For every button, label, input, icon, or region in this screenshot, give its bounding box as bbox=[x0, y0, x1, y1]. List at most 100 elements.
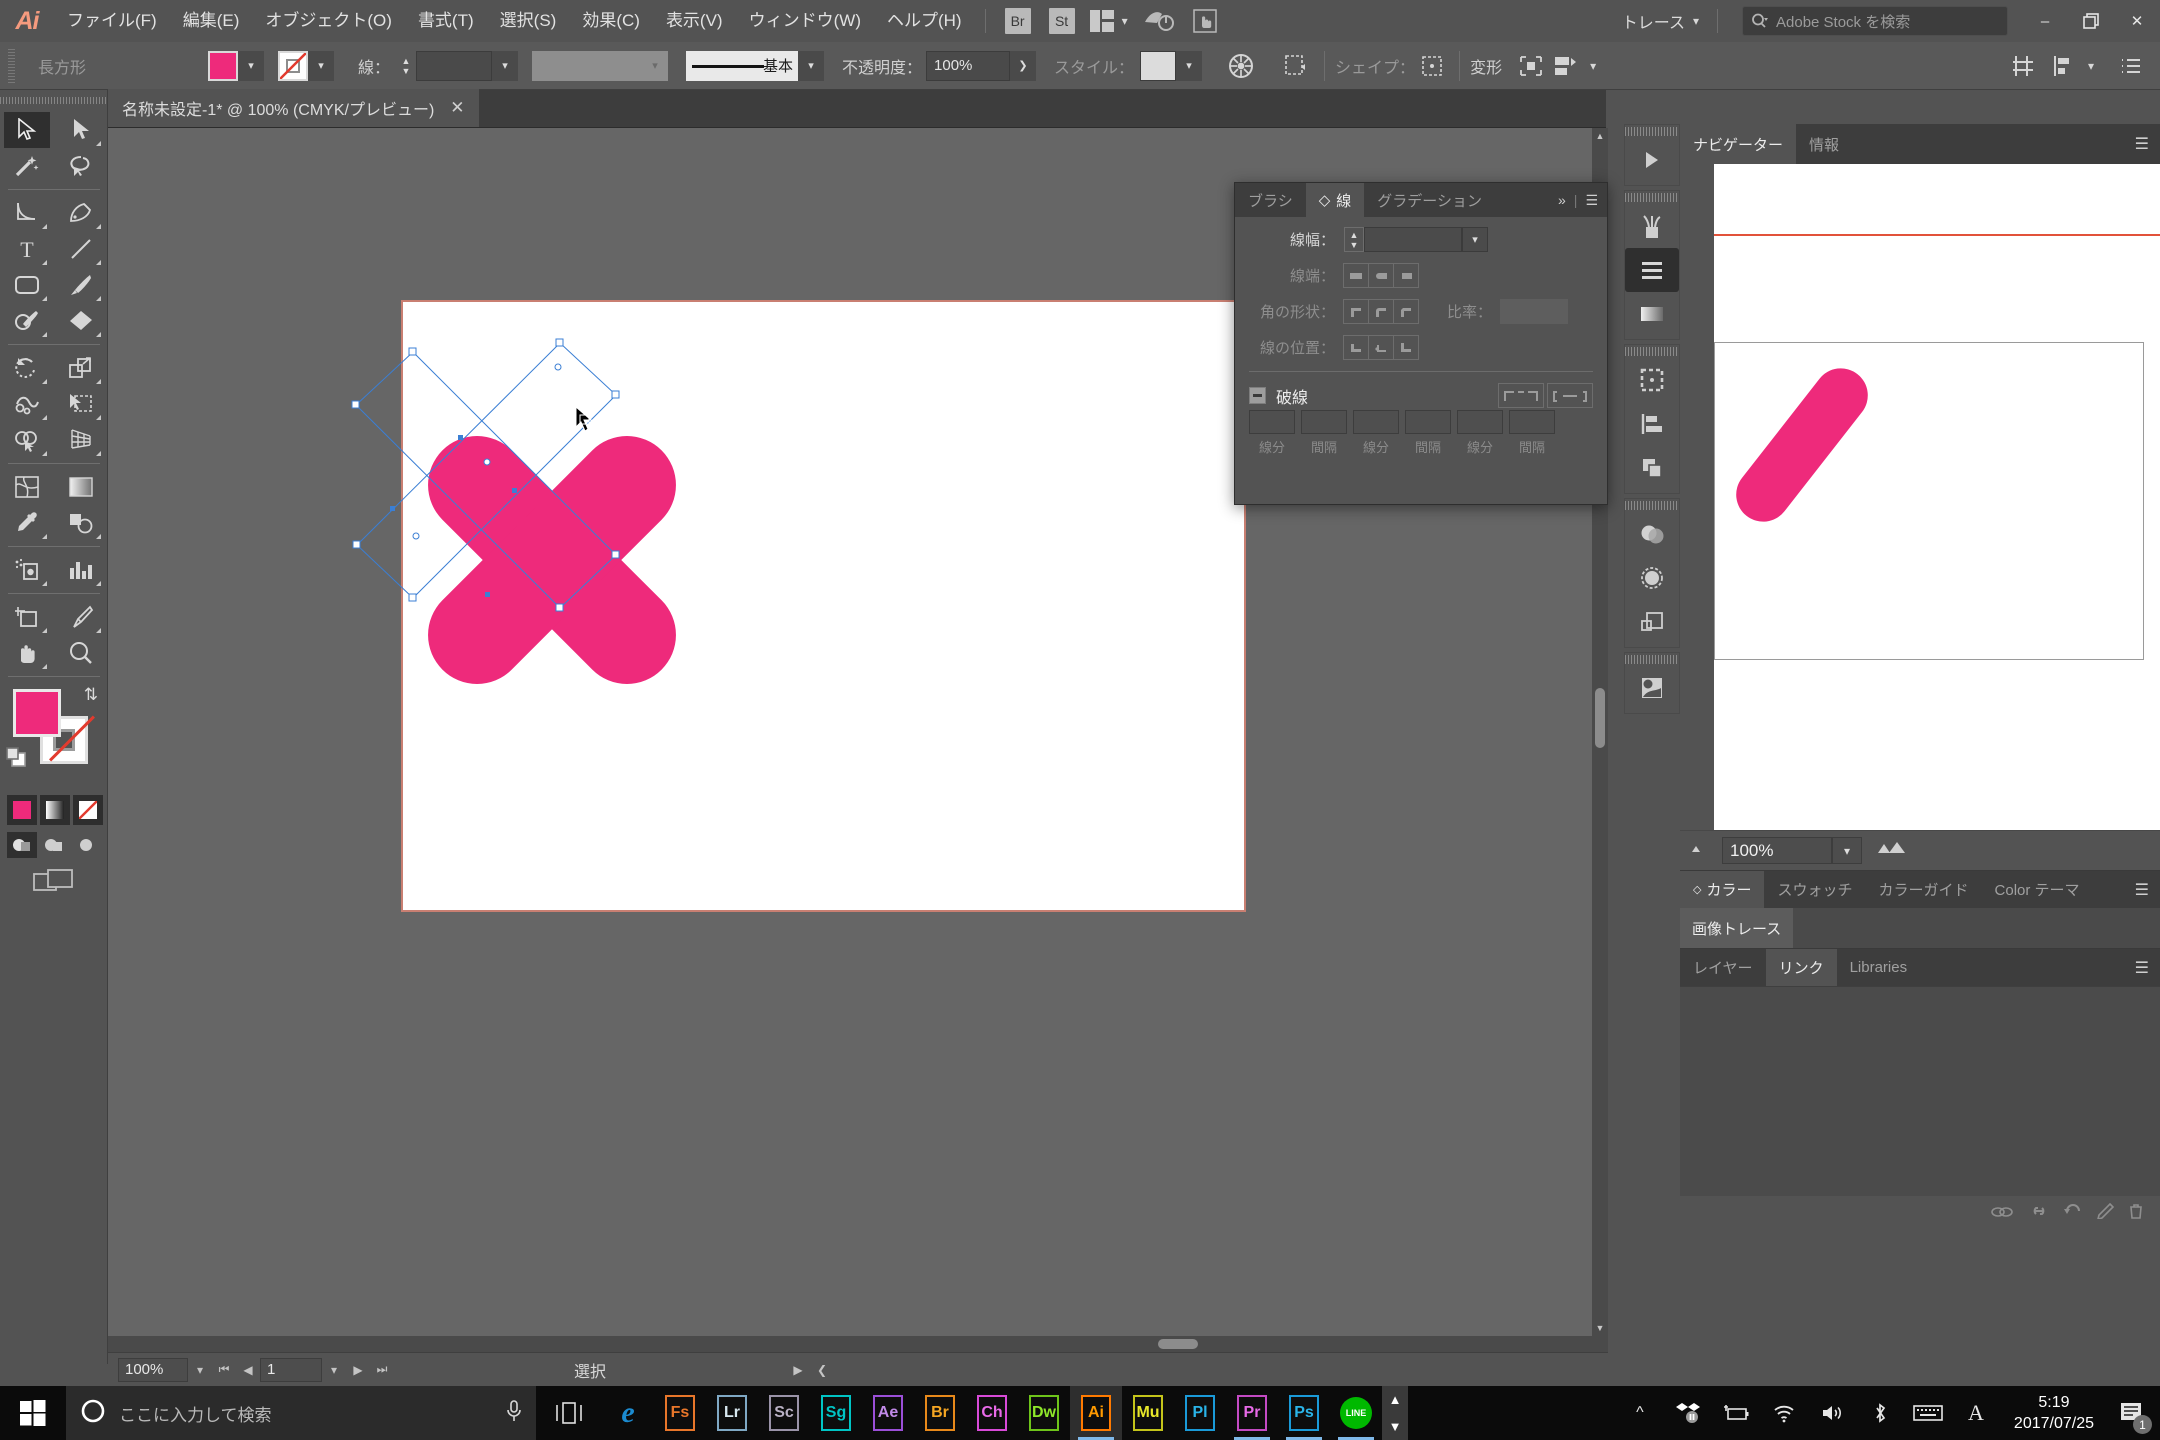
notification-center-icon[interactable]: 1 bbox=[2110, 1386, 2154, 1440]
status-resize-icon[interactable]: ❮ bbox=[810, 1358, 834, 1382]
wifi-icon[interactable] bbox=[1762, 1386, 1806, 1440]
arrange-documents-icon[interactable] bbox=[1089, 10, 1114, 32]
scroll-up-icon[interactable]: ▲ bbox=[1592, 128, 1608, 144]
menu-type[interactable]: 書式(T) bbox=[405, 0, 487, 42]
lasso-tool[interactable] bbox=[58, 148, 104, 184]
shaper-tool[interactable] bbox=[4, 303, 50, 339]
menu-view[interactable]: 表示(V) bbox=[653, 0, 736, 42]
dash-preserve-exact-button[interactable] bbox=[1498, 383, 1544, 408]
fuse-icon[interactable]: Fs bbox=[654, 1386, 706, 1440]
paintbrush-tool[interactable] bbox=[58, 267, 104, 303]
tab-image-trace[interactable]: 画像トレース bbox=[1680, 908, 1794, 948]
vertical-scroll-thumb[interactable] bbox=[1595, 688, 1605, 748]
menu-window[interactable]: ウィンドウ(W) bbox=[736, 0, 874, 42]
stroke-weight-stepper-panel[interactable]: ▲ ▼ bbox=[1344, 227, 1364, 252]
control-bar-menu-icon[interactable] bbox=[2114, 49, 2148, 83]
lightroom-icon[interactable]: Lr bbox=[706, 1386, 758, 1440]
width-tool[interactable] bbox=[4, 386, 50, 422]
color-panel-menu-icon[interactable]: ☰ bbox=[2135, 871, 2160, 908]
close-button[interactable]: ✕ bbox=[2114, 0, 2160, 42]
align-panel-chevron-icon[interactable]: ▾ bbox=[2088, 59, 2094, 73]
pathfinder-panel-icon[interactable] bbox=[1625, 446, 1679, 490]
transform-label[interactable]: 変形 bbox=[1470, 54, 1502, 78]
edit-original-icon[interactable] bbox=[2096, 1202, 2115, 1224]
fill-dropdown[interactable]: ▾ bbox=[238, 50, 264, 81]
illustrator-taskbar-icon[interactable]: Ai bbox=[1070, 1386, 1122, 1440]
minimize-button[interactable]: – bbox=[2022, 0, 2068, 42]
align-inside-button[interactable] bbox=[1368, 335, 1394, 360]
last-artboard-icon[interactable]: ⏭ bbox=[370, 1358, 394, 1382]
task-view-button[interactable] bbox=[536, 1386, 602, 1440]
navigator-preview[interactable] bbox=[1714, 164, 2160, 830]
previous-artboard-icon[interactable]: ◀ bbox=[236, 1358, 260, 1382]
canvas-horizontal-scrollbar[interactable] bbox=[108, 1336, 1608, 1352]
menu-help[interactable]: ヘルプ(H) bbox=[874, 0, 975, 42]
touch-workspace-icon[interactable] bbox=[1182, 0, 1228, 42]
stroke-weight-menu-icon[interactable]: ▾ bbox=[1462, 227, 1488, 252]
column-graph-tool[interactable] bbox=[58, 552, 104, 588]
workspace-switcher[interactable]: トレース bbox=[1622, 9, 1685, 33]
default-fill-stroke-icon[interactable] bbox=[4, 745, 30, 776]
dash-field-2[interactable] bbox=[1353, 410, 1399, 434]
taskbar-overflow-scroll[interactable]: ▲ ▼ bbox=[1382, 1386, 1408, 1440]
align-to-icon[interactable] bbox=[1514, 49, 1548, 83]
stroke-weight-dropdown[interactable]: ▾ bbox=[492, 50, 519, 81]
stroke-weight-stepper[interactable]: ▲ ▼ bbox=[396, 51, 416, 81]
free-transform-tool[interactable] bbox=[58, 386, 104, 422]
type-tool[interactable]: T bbox=[4, 231, 50, 267]
status-menu-icon[interactable]: ▶ bbox=[786, 1358, 810, 1382]
overflow-down-icon[interactable]: ▼ bbox=[1389, 1419, 1402, 1434]
butt-cap-button[interactable] bbox=[1343, 263, 1369, 288]
menu-effect[interactable]: 効果(C) bbox=[569, 0, 653, 42]
ime-mode-icon[interactable]: A bbox=[1954, 1386, 1998, 1440]
scroll-down-icon[interactable]: ▼ bbox=[1592, 1320, 1608, 1336]
transform-selection-icon[interactable] bbox=[1280, 49, 1314, 83]
tab-color[interactable]: ◇ カラー bbox=[1680, 871, 1765, 908]
slice-tool[interactable] bbox=[58, 599, 104, 635]
recolor-artwork-icon[interactable] bbox=[1224, 49, 1258, 83]
bluetooth-icon[interactable] bbox=[1858, 1386, 1902, 1440]
start-button[interactable] bbox=[0, 1386, 66, 1440]
draw-normal-icon[interactable] bbox=[7, 832, 37, 858]
image-trace-panel-icon[interactable] bbox=[1625, 666, 1679, 710]
align-panel-icon-dock[interactable] bbox=[1625, 402, 1679, 446]
keyboard-icon[interactable] bbox=[1906, 1386, 1950, 1440]
toolbar-grip[interactable] bbox=[0, 92, 107, 108]
ai-assist-icon[interactable] bbox=[1136, 0, 1182, 42]
stock-search-input[interactable]: Adobe Stock を検索 bbox=[1742, 6, 2008, 36]
navigator-zoom-dropdown[interactable]: ▾ bbox=[1832, 837, 1862, 864]
gap-field-2[interactable] bbox=[1405, 410, 1451, 434]
first-artboard-icon[interactable]: ⏮ bbox=[212, 1358, 236, 1382]
dropbox-icon[interactable] bbox=[1666, 1386, 1710, 1440]
none-button[interactable] bbox=[73, 795, 103, 825]
tab-stroke[interactable]: ◇ 線 bbox=[1305, 183, 1365, 217]
rectangle-tool[interactable] bbox=[4, 267, 50, 303]
update-link-icon[interactable] bbox=[2064, 1203, 2082, 1224]
delete-link-icon[interactable] bbox=[2128, 1203, 2144, 1224]
menu-edit[interactable]: 編集(E) bbox=[170, 0, 253, 42]
menu-object[interactable]: オブジェクト(O) bbox=[252, 0, 405, 42]
show-hidden-icons[interactable]: ^ bbox=[1618, 1386, 1662, 1440]
document-tab[interactable]: 名称未設定-1* @ 100% (CMYK/プレビュー) ✕ bbox=[108, 89, 479, 127]
go-to-link-icon[interactable] bbox=[2028, 1204, 2050, 1223]
fill-swatch[interactable] bbox=[208, 50, 238, 81]
tab-gradient[interactable]: グラデーション bbox=[1364, 183, 1495, 217]
dash-field-1[interactable] bbox=[1249, 410, 1295, 434]
tab-color-themes[interactable]: Color テーマ bbox=[1982, 871, 2093, 908]
collapse-panel-icon[interactable]: » bbox=[1558, 192, 1566, 208]
zoom-level-input[interactable]: 100% bbox=[118, 1357, 188, 1382]
variable-width-dropdown[interactable]: ▾ bbox=[642, 50, 669, 81]
tab-libraries[interactable]: Libraries bbox=[1837, 949, 1921, 986]
horizontal-scroll-thumb[interactable] bbox=[1158, 1339, 1198, 1349]
dock-grip-0[interactable] bbox=[1625, 125, 1679, 138]
dash-field-3[interactable] bbox=[1457, 410, 1503, 434]
layers-panel-menu-icon[interactable]: ☰ bbox=[2135, 949, 2160, 986]
graphic-style-swatch[interactable] bbox=[1140, 50, 1177, 81]
dock-grip-3[interactable] bbox=[1625, 499, 1679, 512]
stroke-swatch[interactable] bbox=[278, 50, 308, 81]
pen-tool[interactable] bbox=[58, 195, 104, 231]
zoom-out-icon[interactable] bbox=[1688, 841, 1710, 860]
eraser-tool[interactable] bbox=[58, 303, 104, 339]
gradient-tool[interactable] bbox=[58, 469, 104, 505]
expand-panels-icon[interactable] bbox=[1625, 138, 1679, 182]
